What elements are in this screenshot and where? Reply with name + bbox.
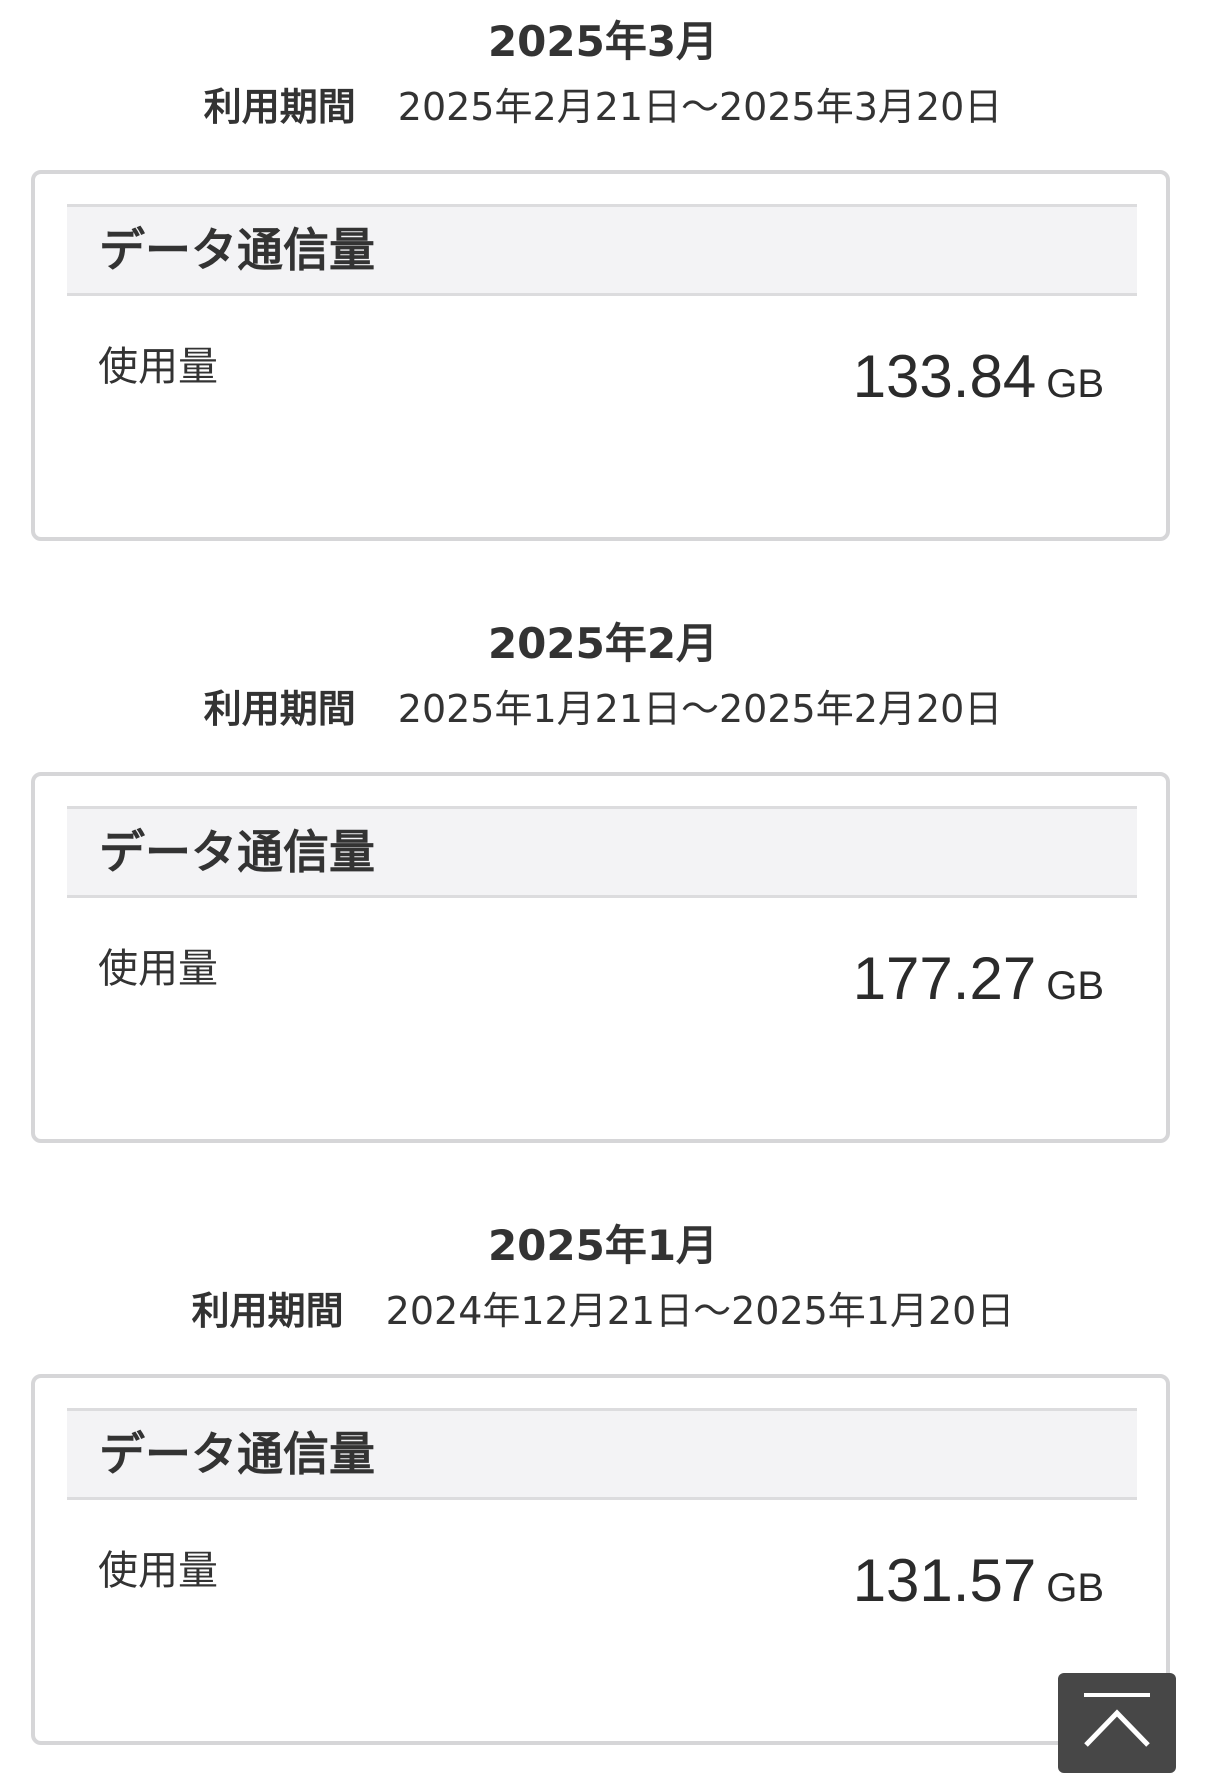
usage-period: 利用期間 2025年2月21日〜2025年3月20日: [0, 83, 1206, 131]
usage-period: 利用期間 2024年12月21日〜2025年1月20日: [0, 1287, 1206, 1335]
usage-unit: GB: [1046, 1566, 1104, 1610]
scroll-to-top-button[interactable]: [1058, 1673, 1176, 1773]
data-usage-card: データ通信量 使用量 133.84 GB: [31, 170, 1170, 541]
usage-value: 133.84: [852, 343, 1037, 410]
usage-value: 131.57: [852, 1547, 1037, 1614]
usage-amount: 131.57 GB: [853, 1546, 1104, 1616]
usage-unit: GB: [1046, 362, 1104, 406]
usage-period-value: 2025年2月21日〜2025年3月20日: [397, 85, 1003, 129]
month-title: 2025年1月: [487, 1221, 719, 1270]
chevron-up-icon: [1084, 1709, 1150, 1747]
card-header: データ通信量: [67, 1408, 1137, 1500]
usage-label: 使用量: [98, 946, 218, 992]
usage-unit: GB: [1046, 964, 1104, 1008]
usage-period-label: 利用期間: [191, 1289, 344, 1333]
usage-period-value: 2025年1月21日〜2025年2月20日: [397, 687, 1003, 731]
month-title: 2025年2月: [487, 619, 719, 668]
usage-period-value: 2024年12月21日〜2025年1月20日: [385, 1289, 1015, 1333]
data-usage-card: データ通信量 使用量 131.57 GB: [31, 1374, 1170, 1745]
usage-amount: 177.27 GB: [853, 944, 1104, 1014]
usage-period-label: 利用期間: [203, 687, 356, 731]
usage-label: 使用量: [98, 344, 218, 390]
usage-period-label: 利用期間: [203, 85, 356, 129]
card-title: データ通信量: [99, 223, 375, 277]
card-title: データ通信量: [99, 825, 375, 879]
usage-value: 177.27: [852, 945, 1037, 1012]
month-title: 2025年3月: [487, 17, 719, 66]
data-usage-card: データ通信量 使用量 177.27 GB: [31, 772, 1170, 1143]
usage-amount: 133.84 GB: [853, 342, 1104, 412]
card-header: データ通信量: [67, 806, 1137, 898]
usage-label: 使用量: [98, 1548, 218, 1594]
card-header: データ通信量: [67, 204, 1137, 296]
scroll-top-bar: [1084, 1693, 1150, 1697]
card-title: データ通信量: [99, 1427, 375, 1481]
usage-period: 利用期間 2025年1月21日〜2025年2月20日: [0, 685, 1206, 733]
